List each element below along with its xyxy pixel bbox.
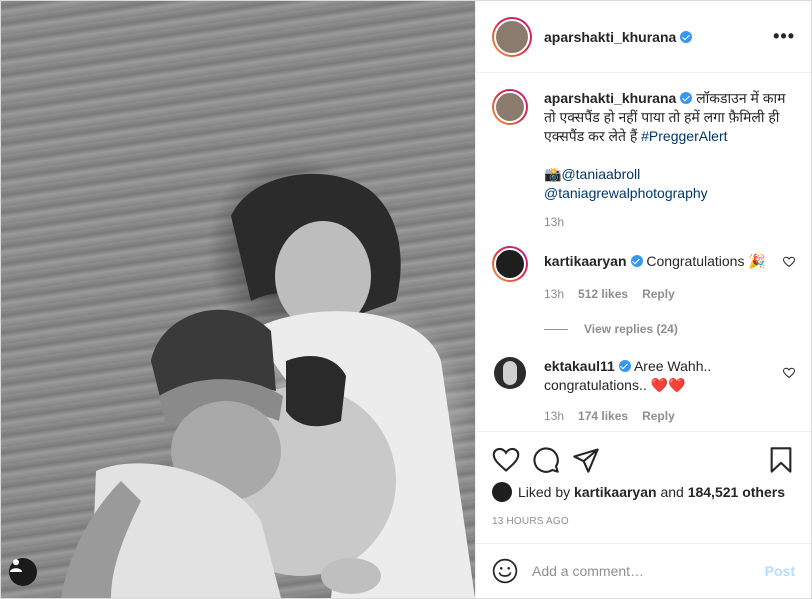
view-replies-label: View replies (24) [584,322,678,336]
post-timestamp[interactable]: 13 HOURS AGO [492,516,795,527]
liked-by-and: and [660,484,684,500]
reply-button[interactable]: Reply [642,285,675,304]
comment-bubble-icon[interactable] [532,446,560,474]
replies-divider [544,329,568,330]
post-header: aparshakti_khurana ••• [476,1,811,73]
like-heart-icon[interactable] [492,446,520,474]
liked-by-prefix: Liked by [518,484,571,500]
caption-username[interactable]: aparshakti_khurana [544,90,676,106]
author-avatar[interactable] [492,16,532,57]
verified-badge-icon [618,360,631,372]
photo-illustration [61,173,475,598]
caption: aparshakti_khurana लॉकडाउन में काम तो एक… [492,89,795,232]
liked-by: Liked by kartikaaryan and 184,521 others [492,482,795,502]
mention-link[interactable]: @taniaabroll [561,166,640,182]
liker-username[interactable]: kartikaaryan [574,484,657,500]
comment-likes[interactable]: 174 likes [578,407,628,426]
post-photo[interactable] [1,1,475,598]
author-username[interactable]: aparshakti_khurana [544,29,676,45]
caption-time[interactable]: 13h [544,213,564,232]
person-icon [10,559,22,572]
verified-badge-icon [680,92,693,104]
comment-text: congratulations.. [544,377,647,393]
mention-link[interactable]: @taniagrewalphotography [544,185,708,201]
comment-likes[interactable]: 512 likes [578,285,628,304]
comment-text: Congratulations 🎉 [646,253,766,269]
caption-meta: 13h [544,213,795,232]
user-tag-button[interactable] [9,558,37,586]
add-comment-bar: Post [476,543,811,598]
commenter-avatar[interactable] [494,357,526,389]
post-actions: Liked by kartikaaryan and 184,521 others… [476,431,811,527]
verified-badge-icon [630,255,643,267]
share-send-icon[interactable] [572,446,600,474]
liker-avatar[interactable] [492,482,512,502]
others-count-link[interactable]: 184,521 others [688,484,785,500]
reply-button[interactable]: Reply [642,407,675,426]
commenter-avatar[interactable] [492,246,528,282]
verified-badge-icon [680,30,693,43]
bookmark-save-icon[interactable] [767,446,795,474]
caption-author-avatar[interactable] [492,89,528,125]
instagram-post: aparshakti_khurana ••• aparshakti_khuran… [0,0,812,599]
action-icons [492,440,795,480]
comments-section: aparshakti_khurana लॉकडाउन में काम तो एक… [476,73,811,431]
like-comment-heart-icon[interactable] [783,256,795,268]
comment-time[interactable]: 13h [544,407,564,426]
hearts-emoji: ❤️❤️ [650,377,686,393]
more-options-icon[interactable]: ••• [773,26,795,47]
post-comment-button[interactable]: Post [765,563,795,579]
comment-time[interactable]: 13h [544,285,564,304]
comment: ektakaul11 Aree Wahh.. congratulations..… [492,357,795,426]
camera-emoji: 📸 [544,166,562,182]
comment-meta: 13h 174 likes Reply [544,407,795,426]
emoji-picker-icon[interactable] [492,558,518,584]
comment-text: Aree Wahh.. [633,358,712,374]
view-replies-button[interactable]: View replies (24) [544,320,795,339]
comment: kartikaaryan Congratulations 🎉 13h 512 l… [492,246,795,339]
hashtag-link[interactable]: #PreggerAlert [641,128,727,144]
comment-username[interactable]: ektakaul11 [544,358,615,374]
comment-username[interactable]: kartikaaryan [544,253,627,269]
post-side-panel: aparshakti_khurana ••• aparshakti_khuran… [475,1,811,598]
comment-input[interactable] [532,563,765,579]
like-comment-heart-icon[interactable] [783,367,795,379]
comment-meta: 13h 512 likes Reply [544,285,795,304]
